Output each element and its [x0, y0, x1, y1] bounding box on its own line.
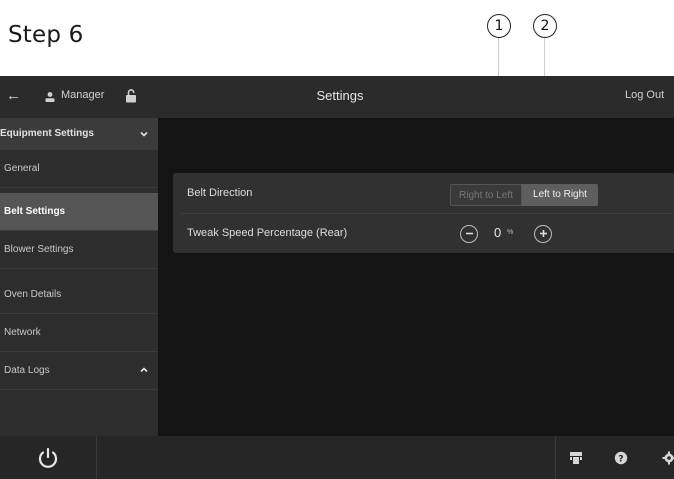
sidebar-item-oven-details[interactable]: Oven Details [0, 276, 158, 314]
tweak-speed-value: 0 [494, 225, 502, 240]
top-bar: ← Manager Settings Log Out [0, 76, 674, 118]
unlock-icon[interactable] [125, 89, 137, 103]
chevron-down-icon [140, 131, 148, 137]
sidebar-section-equipment-settings[interactable]: Equipment Settings [0, 118, 158, 150]
belt-direction-toggle: Right to Left Left to Right [450, 184, 598, 206]
sidebar-item-belt-settings[interactable]: Belt Settings [0, 193, 158, 231]
sidebar-item-blower-settings[interactable]: Blower Settings [0, 231, 158, 269]
tweak-speed-increment-button[interactable] [534, 225, 552, 243]
sidebar-item-general[interactable]: General [0, 150, 158, 188]
row-divider [181, 213, 674, 214]
sidebar-item-network[interactable]: Network [0, 314, 158, 352]
belt-settings-panel: Belt Direction Right to Left Left to Rig… [173, 173, 674, 253]
sidebar-item-label: Blower Settings [4, 244, 74, 255]
logout-button[interactable]: Log Out [625, 89, 664, 101]
svg-text:?: ? [618, 455, 623, 465]
sidebar-item-label: Belt Settings [4, 206, 66, 217]
callout-1: 1 [487, 14, 511, 44]
sidebar-item-label: Network [4, 327, 41, 338]
back-arrow-icon[interactable]: ← [6, 87, 21, 104]
tweak-speed-label: Tweak Speed Percentage (Rear) [187, 227, 348, 239]
bottom-divider [96, 436, 97, 479]
power-icon[interactable] [36, 446, 60, 470]
callout-number-1: 1 [487, 14, 511, 38]
callout-2: 2 [533, 14, 557, 44]
tweak-speed-decrement-button[interactable] [460, 225, 478, 243]
callout-number-2: 2 [533, 14, 557, 38]
device-screen: ← Manager Settings Log Out Equipment Set… [0, 76, 674, 479]
sidebar-item-label: Oven Details [4, 289, 62, 300]
tweak-speed-unit: % [507, 229, 514, 236]
sidebar-item-data-logs[interactable]: Data Logs [0, 352, 158, 390]
scan-icon[interactable] [569, 451, 583, 465]
bottom-divider [555, 436, 556, 479]
user-name[interactable]: Manager [61, 89, 104, 101]
sidebar: Equipment Settings General Belt Settings… [0, 118, 158, 436]
chevron-up-icon [140, 367, 148, 373]
sidebar-item-label: Data Logs [4, 365, 50, 376]
sidebar-section-label: Equipment Settings [0, 128, 94, 139]
sidebar-item-label: General [4, 163, 40, 174]
page-title: Settings [316, 88, 364, 103]
belt-direction-label: Belt Direction [187, 187, 253, 199]
bottom-bar: ? [0, 436, 674, 479]
user-icon [45, 92, 55, 102]
help-icon[interactable]: ? [614, 451, 628, 465]
belt-direction-left-to-right-button[interactable]: Left to Right [522, 184, 598, 206]
belt-direction-right-to-left-button[interactable]: Right to Left [450, 184, 522, 206]
gear-icon[interactable] [662, 451, 674, 465]
minus-icon [465, 232, 473, 235]
step-title: Step 6 [8, 22, 84, 48]
plus-icon [539, 230, 547, 237]
